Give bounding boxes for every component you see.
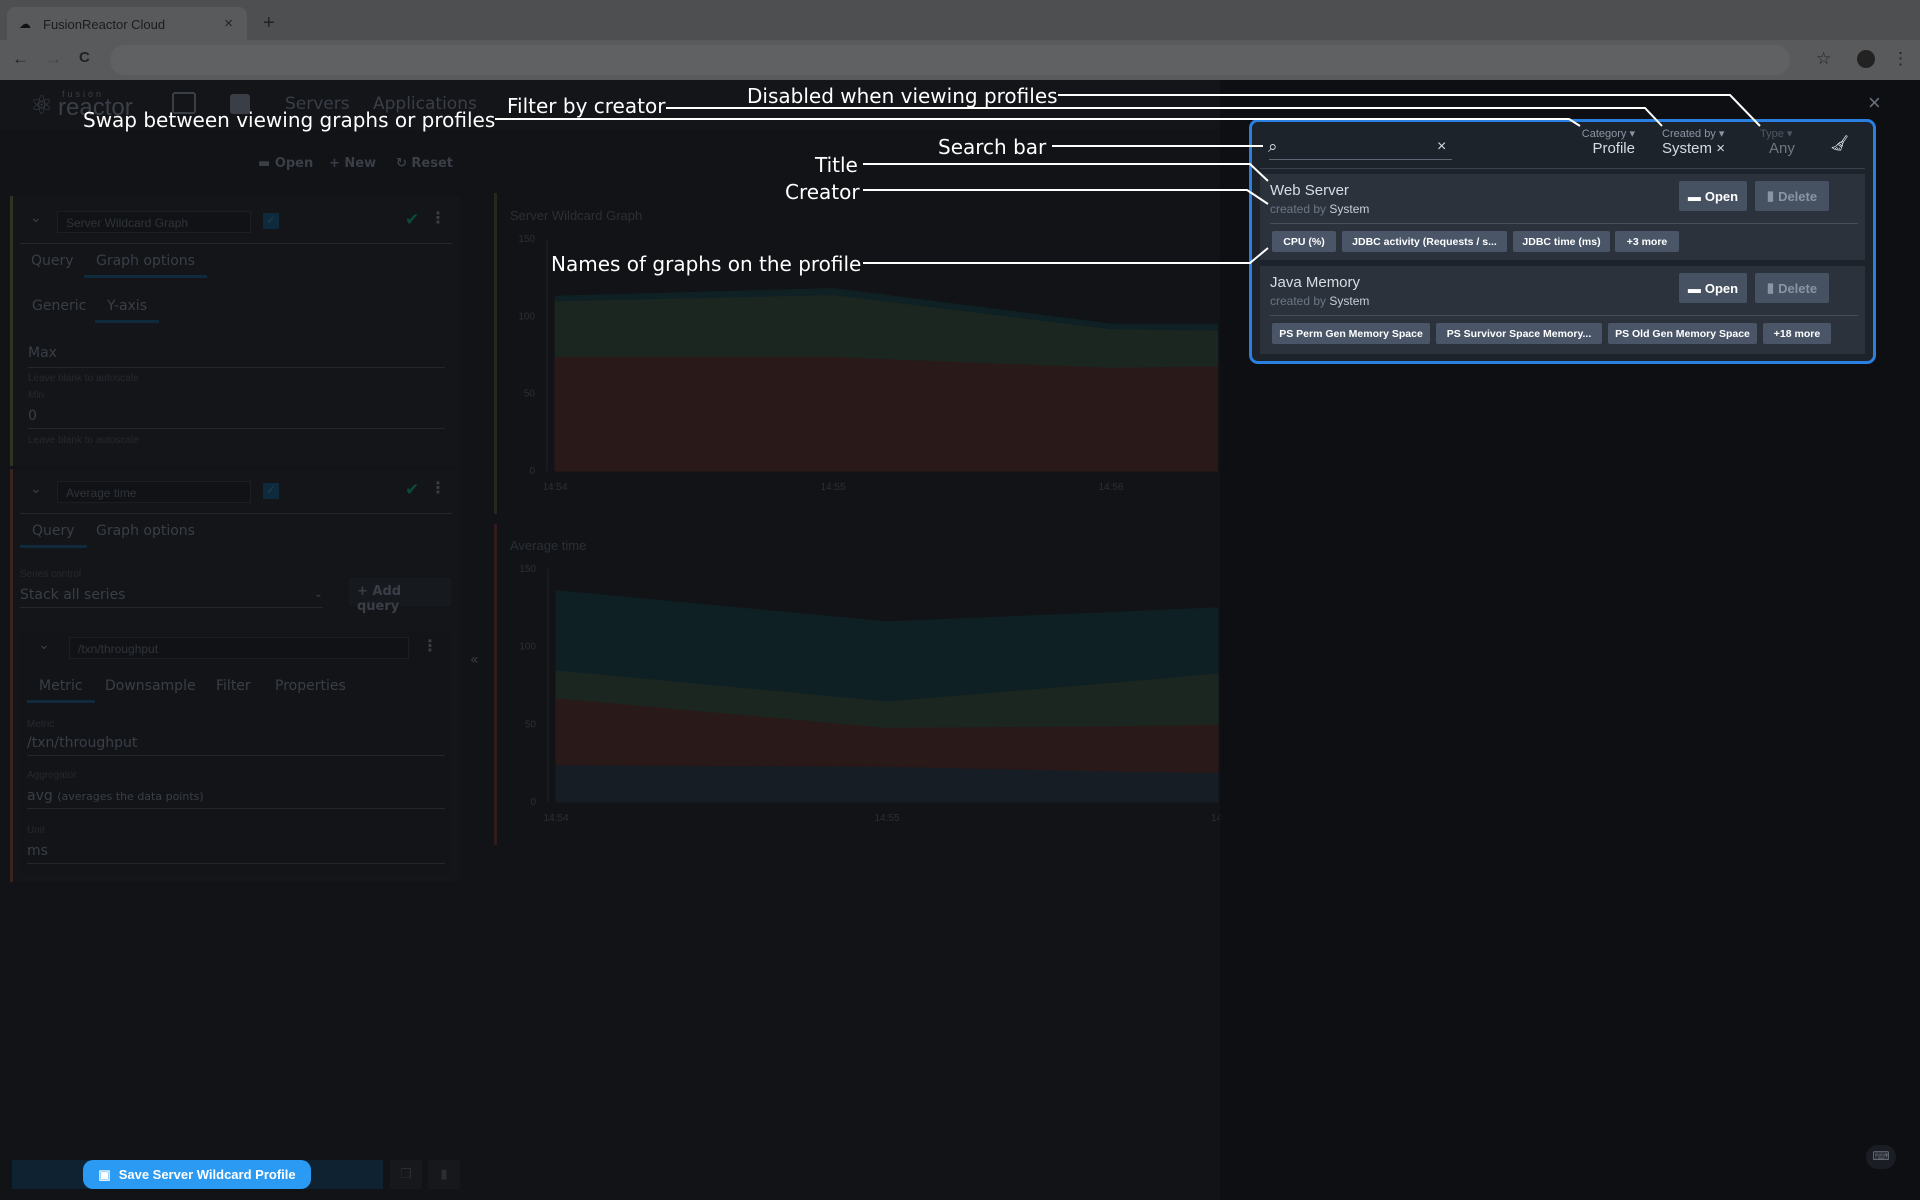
annotation-line-type <box>1058 94 1761 127</box>
annotation-filter-creator: Filter by creator <box>507 94 666 118</box>
annotation-line-category <box>495 118 1581 127</box>
annotation-swap: Swap between viewing graphs or profiles <box>83 108 496 132</box>
annotation-lines <box>495 94 1761 264</box>
annotation-line-creator <box>863 189 1269 205</box>
annotation-title: Title <box>815 153 858 177</box>
annotation-search: Search bar <box>938 135 1047 159</box>
annotation-line-graphs <box>863 247 1269 264</box>
annotation-line-creator-filter <box>666 107 1663 127</box>
annotation-disabled: Disabled when viewing profiles <box>747 84 1058 108</box>
annotation-creator: Creator <box>785 180 860 204</box>
annotation-graph-names: Names of graphs on the profile <box>551 252 862 276</box>
annotation-line-title <box>863 163 1269 182</box>
